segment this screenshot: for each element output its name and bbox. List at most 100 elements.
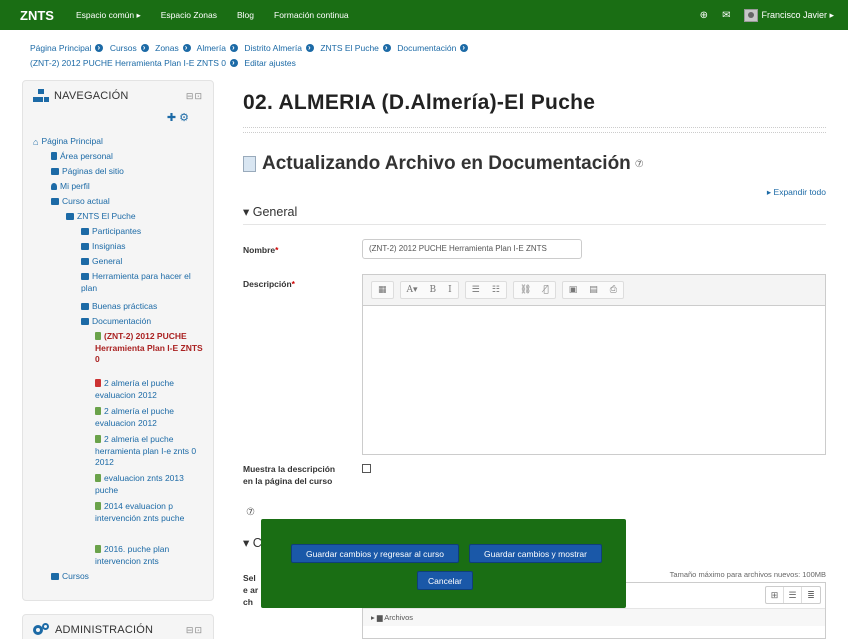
unlink-button[interactable]: ⛓̸: [537, 285, 554, 295]
top-nav-espacio-zonas[interactable]: Espacio Zonas: [161, 10, 217, 20]
nav-item[interactable]: Insignias: [81, 241, 126, 253]
nav-item[interactable]: Área personal: [51, 151, 113, 163]
max-file-size-text: Tamaño máximo para archivos nuevos: 100M…: [669, 570, 826, 579]
tree-view-button[interactable]: ≣: [802, 587, 820, 603]
nav-item-current[interactable]: (ZNT-2) 2012 PUCHE Herramienta Plan I-E …: [95, 331, 203, 366]
nav-item[interactable]: evaluacion znts 2013 puche: [95, 473, 203, 496]
name-label: Nombre*: [243, 245, 279, 255]
files-folder-path[interactable]: ▸ ▆ Archivos: [363, 608, 825, 626]
block-dock-controls[interactable]: ⊟⊡: [186, 91, 203, 102]
breadcrumb-item[interactable]: (ZNT-2) 2012 PUCHE Herramienta Plan I-E …: [30, 58, 226, 68]
section-general-toggle[interactable]: ▾ General: [243, 204, 297, 219]
document-icon: [243, 156, 256, 172]
nav-item[interactable]: 2 almería el puche evaluacion 2012: [95, 406, 203, 429]
sitemap-icon: [33, 89, 49, 102]
nav-item[interactable]: Herramienta para hacer el plan: [81, 271, 201, 294]
icon-view-button[interactable]: ⊞: [766, 587, 784, 603]
save-and-display-button[interactable]: Guardar cambios y mostrar: [469, 544, 602, 563]
bullet-list-button[interactable]: ☰: [466, 285, 486, 295]
nav-item[interactable]: 2014 evaluacion p intervención znts puch…: [95, 501, 203, 524]
user-menu[interactable]: Francisco Javier ▸: [761, 10, 834, 21]
top-nav-formacion[interactable]: Formación continua: [274, 10, 349, 20]
toolbar-toggle-button[interactable]: ▦: [372, 285, 393, 295]
select-files-label: Sele arch: [243, 573, 259, 607]
breadcrumb-item[interactable]: Documentación: [397, 43, 456, 53]
numbered-list-button[interactable]: ☷: [486, 285, 506, 295]
chevron-right-icon: [182, 40, 191, 55]
navigation-block: NAVEGACIÓN ⊟⊡ ✚ ⚙ ⌂ Página Principal Área…: [22, 80, 214, 601]
nav-item[interactable]: Buenas prácticas: [81, 301, 157, 313]
editor-content-area[interactable]: [363, 306, 825, 454]
italic-button[interactable]: I: [442, 285, 458, 295]
folder-icon: [51, 168, 59, 175]
nav-item[interactable]: ZNTS El Puche: [66, 211, 136, 223]
nav-item[interactable]: 2 almería el puche evaluacion 2012: [95, 378, 203, 401]
breadcrumb-item[interactable]: ZNTS El Puche: [320, 43, 379, 53]
chevron-right-icon: [305, 40, 314, 55]
media-button[interactable]: ▤: [583, 285, 604, 295]
section-divider: [243, 224, 826, 225]
nav-item[interactable]: Páginas del sitio: [51, 166, 124, 178]
breadcrumb-item-current[interactable]: Editar ajustes: [244, 58, 296, 68]
help-icon[interactable]: ⑦: [635, 159, 644, 170]
breadcrumb-item[interactable]: Cursos: [110, 43, 137, 53]
save-and-return-button[interactable]: Guardar cambios y regresar al curso: [291, 544, 459, 563]
show-description-checkbox[interactable]: [362, 464, 371, 473]
avatar[interactable]: [744, 8, 759, 22]
file-icon: [95, 474, 101, 482]
breadcrumb-item[interactable]: Página Principal: [30, 43, 91, 53]
folder-open-icon: [51, 198, 59, 205]
nav-item[interactable]: 2 almeria el puche herramienta plan I-e …: [95, 434, 203, 469]
brand-link[interactable]: ZNTS: [20, 8, 76, 23]
form-action-bar: Guardar cambios y regresar al curso Guar…: [261, 519, 626, 608]
expand-all-link[interactable]: ▸ Expandir todo: [767, 187, 826, 198]
bold-button[interactable]: B: [424, 285, 443, 295]
list-view-button[interactable]: ☰: [784, 587, 802, 603]
block-actions-icon[interactable]: ✚ ⚙: [167, 111, 189, 124]
nav-item[interactable]: Participantes: [81, 226, 141, 238]
cancel-button[interactable]: Cancelar: [417, 571, 473, 590]
user-area: ⊕ ✉ Francisco Javier ▸: [700, 0, 834, 30]
folder-icon: [81, 228, 89, 235]
nav-item[interactable]: ⌂ Página Principal: [33, 136, 103, 149]
paragraph-style-button[interactable]: A▾: [401, 285, 424, 295]
nav-item[interactable]: Mi perfil: [51, 181, 90, 193]
description-editor[interactable]: ▦ A▾ B I ☰ ☷ ⛓ ⛓̸ ▣ ▤ ⎙: [362, 274, 826, 455]
breadcrumb-item[interactable]: Distrito Almería: [244, 43, 302, 53]
link-button[interactable]: ⛓: [514, 285, 537, 295]
nav-item[interactable]: Cursos: [51, 571, 89, 583]
folder-icon: [81, 243, 89, 250]
block-dock-controls[interactable]: ⊟⊡: [186, 625, 203, 636]
administration-block-header: ADMINISTRACIÓN: [33, 623, 153, 637]
chevron-right-icon: [95, 40, 104, 55]
file-icon: [95, 332, 101, 340]
nav-item[interactable]: Curso actual: [51, 196, 110, 208]
page-heading-text: Actualizando Archivo en Documentación: [262, 153, 631, 174]
folder-open-icon: [81, 318, 89, 325]
breadcrumb-item[interactable]: Almería: [197, 43, 226, 53]
name-field[interactable]: (ZNT-2) 2012 PUCHE Herramienta Plan I-E …: [362, 239, 582, 259]
breadcrumb: Página Principal Cursos Zonas Almería Di…: [30, 40, 830, 71]
nav-item[interactable]: 2016. puche plan intervencion znts: [95, 544, 203, 567]
top-nav-menu: Espacio común ▸ Espacio Zonas Blog Forma…: [76, 10, 369, 21]
image-button[interactable]: ▣: [563, 285, 584, 295]
nav-item[interactable]: Documentación: [81, 316, 151, 328]
top-nav-blog[interactable]: Blog: [237, 10, 254, 20]
page-icon: [51, 152, 57, 160]
help-icon[interactable]: ⑦: [246, 507, 255, 518]
course-title: 02. ALMERIA (D.Almería)-El Puche: [243, 91, 596, 114]
navigation-block-header: NAVEGACIÓN: [33, 89, 129, 102]
folder-open-icon: [66, 213, 74, 220]
top-nav-espacio-comun[interactable]: Espacio común ▸: [76, 10, 141, 21]
globe-icon[interactable]: ⊕: [700, 10, 708, 21]
show-description-label: Muestra la descripción en la página del …: [243, 464, 336, 486]
file-icon: [95, 502, 101, 510]
chevron-right-icon: [140, 40, 149, 55]
section-content-toggle[interactable]: ▾ C: [243, 535, 262, 550]
nav-item[interactable]: General: [81, 256, 122, 268]
mail-icon[interactable]: ✉: [722, 10, 730, 21]
folder-icon: [81, 258, 89, 265]
file-manage-button[interactable]: ⎙: [604, 285, 623, 295]
file-view-switcher: ⊞ ☰ ≣: [765, 586, 821, 604]
breadcrumb-item[interactable]: Zonas: [155, 43, 179, 53]
